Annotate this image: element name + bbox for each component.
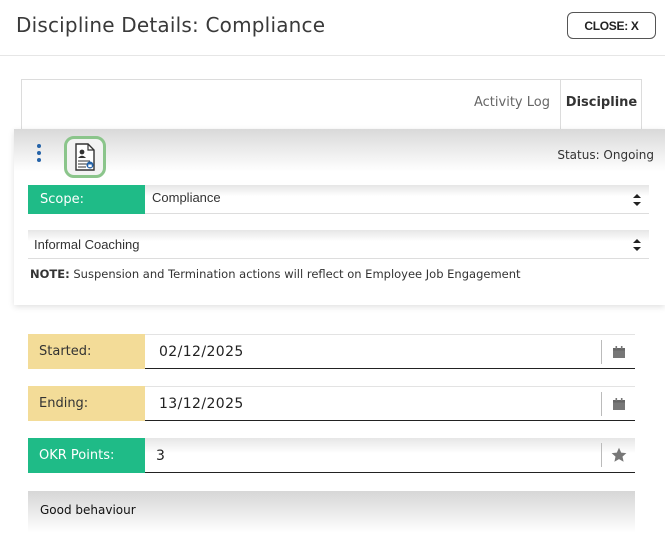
started-row: Started: 02/12/2025 xyxy=(28,334,635,369)
panel-toolbar: Status: Ongoing xyxy=(14,129,665,179)
select-arrows-icon xyxy=(633,239,641,251)
okr-row: OKR Points: 3 xyxy=(28,438,635,473)
tab-activity-log[interactable]: Activity Log xyxy=(474,80,550,124)
note-text: NOTE: Suspension and Termination actions… xyxy=(30,267,521,281)
ending-calendar-button[interactable] xyxy=(601,392,635,416)
ending-label: Ending: xyxy=(28,386,145,421)
status-text: Status: Ongoing xyxy=(557,148,654,162)
okr-star-button[interactable] xyxy=(601,443,635,467)
tab-bar: Activity Log Discipline xyxy=(21,79,642,131)
okr-label: OKR Points: xyxy=(28,438,145,473)
okr-points-value: 3 xyxy=(156,448,166,464)
started-date-input[interactable]: 02/12/2025 xyxy=(145,334,635,369)
started-calendar-button[interactable] xyxy=(601,340,635,364)
discipline-panel: Status: Ongoing Scope: Compliance Inform… xyxy=(14,129,665,305)
close-button[interactable]: CLOSE: X xyxy=(567,12,656,39)
star-icon xyxy=(611,447,626,462)
document-user-icon xyxy=(75,143,95,171)
ending-date-value: 13/12/2025 xyxy=(159,396,244,412)
note-prefix: NOTE: xyxy=(30,267,70,281)
ending-row: Ending: 13/12/2025 xyxy=(28,386,635,421)
document-user-button[interactable] xyxy=(64,136,106,178)
calendar-icon xyxy=(612,346,625,358)
scope-select[interactable]: Compliance xyxy=(145,185,649,214)
calendar-icon xyxy=(612,398,625,410)
action-select-value: Informal Coaching xyxy=(34,237,140,252)
ending-date-input[interactable]: 13/12/2025 xyxy=(145,386,635,421)
note-body: Suspension and Termination actions will … xyxy=(69,267,521,281)
modal-header: Discipline Details: Compliance CLOSE: X xyxy=(0,0,665,56)
scope-label: Scope: xyxy=(28,185,145,214)
started-label: Started: xyxy=(28,334,145,369)
action-select[interactable]: Informal Coaching xyxy=(28,230,649,259)
started-date-value: 02/12/2025 xyxy=(159,344,244,360)
tab-discipline[interactable]: Discipline xyxy=(560,80,642,131)
select-arrows-icon xyxy=(633,194,641,206)
okr-points-input[interactable]: 3 xyxy=(145,438,635,473)
scope-row: Scope: Compliance xyxy=(28,185,649,214)
page-title: Discipline Details: Compliance xyxy=(16,13,326,37)
kebab-menu-icon[interactable] xyxy=(36,144,42,164)
comment-textarea[interactable]: Good behaviour xyxy=(28,491,635,533)
scope-select-value: Compliance xyxy=(152,190,221,205)
